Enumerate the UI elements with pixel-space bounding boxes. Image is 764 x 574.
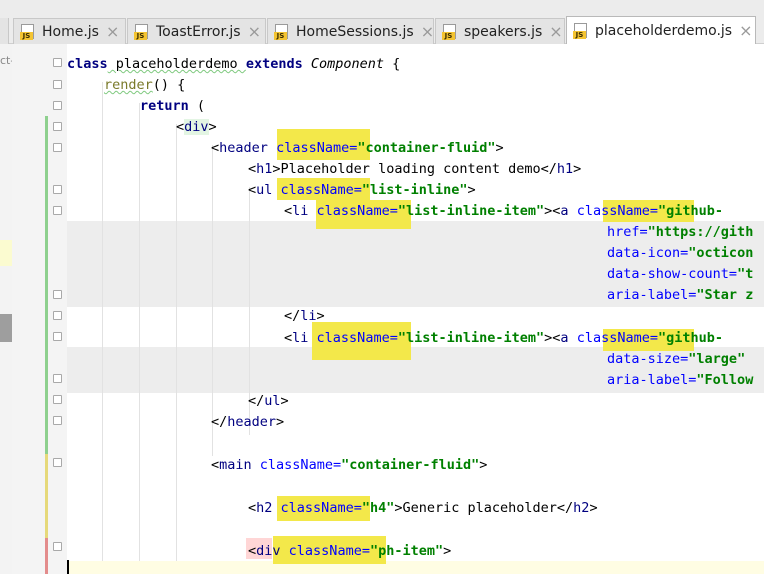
code-line: <header className="container-fluid"> (211, 140, 504, 156)
fold-marker[interactable] (53, 122, 62, 131)
tab-label: HomeSessions.js (296, 23, 414, 40)
tab-toasterror-js[interactable]: JS ToastError.js × (127, 18, 266, 44)
fold-marker[interactable] (53, 542, 62, 551)
js-file-icon: JS (274, 23, 290, 40)
editor-tab-bar: JS Home.js × JS ToastError.js × JS HomeS… (0, 0, 764, 45)
code-line: data-icon="octicon (607, 245, 754, 261)
vcs-deleted-marker[interactable] (45, 538, 48, 574)
js-file-icon: JS (573, 23, 589, 39)
code-line: <h2 className="h4">Generic placeholder</… (248, 500, 598, 516)
code-line: render() { (104, 77, 186, 93)
indent-guide (176, 124, 177, 574)
scrollbar-thumb[interactable] (0, 314, 12, 342)
fold-marker[interactable] (53, 143, 62, 152)
code-line: aria-label="Follow (607, 372, 754, 388)
indent-guide (212, 145, 213, 456)
indent-guide (102, 82, 103, 574)
tab-home-js[interactable]: JS Home.js × (13, 18, 126, 44)
code-line: <li className="list-inline-item"><a clas… (284, 330, 724, 346)
fold-marker[interactable] (53, 206, 62, 215)
code-line: </header> (211, 414, 285, 430)
code-line: <div> (176, 119, 217, 135)
code-line: </li> (284, 308, 325, 324)
code-line: </ul> (248, 393, 289, 409)
code-line: data-size="large" (607, 351, 746, 367)
close-icon[interactable]: × (739, 23, 752, 39)
current-line-highlight (67, 561, 764, 574)
fold-marker[interactable] (53, 458, 62, 467)
js-file-icon: JS (20, 23, 36, 40)
fold-marker[interactable] (53, 80, 62, 89)
fold-marker[interactable] (53, 101, 62, 110)
tab-label: ToastError.js (156, 23, 241, 40)
code-line: href="https://gith (607, 224, 754, 240)
fold-marker[interactable] (53, 395, 62, 404)
tab-homesessions-js[interactable]: JS HomeSessions.js × (267, 18, 434, 44)
tab-scroll-edge[interactable] (0, 18, 9, 44)
fold-marker[interactable] (53, 58, 62, 67)
code-line: <main className="container-fluid"> (211, 457, 488, 473)
fold-marker[interactable] (53, 311, 62, 320)
tab-placeholderdemo-js[interactable]: JS placeholderdemo.js × (566, 16, 756, 45)
fold-marker[interactable] (53, 416, 62, 425)
code-editor[interactable]: class placeholderdemo extends Component … (67, 44, 764, 574)
tab-speakers-js[interactable]: JS speakers.js × (435, 18, 565, 44)
code-line: aria-label="Star z (607, 287, 754, 303)
js-file-icon: JS (442, 23, 458, 40)
fold-marker[interactable] (53, 290, 62, 299)
tab-label: placeholderdemo.js (595, 23, 733, 39)
code-line: <ul className="list-inline"> (248, 182, 476, 198)
code-line: class placeholderdemo extends Component … (67, 56, 401, 72)
tab-label: speakers.js (464, 23, 543, 40)
project-panel-text-fragment: ct- (0, 54, 12, 67)
code-line: <li className="list-inline-item"><a clas… (284, 203, 724, 219)
close-icon[interactable]: × (106, 23, 119, 40)
code-line: data-show-count="t (607, 266, 754, 282)
tab-label: Home.js (42, 23, 99, 40)
vcs-added-marker[interactable] (45, 116, 48, 454)
close-icon[interactable]: × (549, 23, 562, 40)
fold-marker[interactable] (53, 185, 62, 194)
code-line: <h1>Placeholder loading content demo</h1… (248, 161, 582, 177)
js-file-icon: JS (134, 23, 150, 40)
code-line: return ( (140, 98, 206, 114)
vcs-modified-marker[interactable] (45, 454, 48, 538)
text-cursor (67, 560, 69, 574)
close-icon[interactable]: × (248, 23, 261, 40)
code-line: <div className="ph-item"> (248, 543, 452, 559)
indent-guide (139, 103, 140, 574)
fold-marker[interactable] (53, 374, 62, 383)
project-selection-highlight (0, 240, 12, 266)
close-icon[interactable]: × (421, 23, 434, 40)
fold-marker[interactable] (53, 332, 62, 341)
